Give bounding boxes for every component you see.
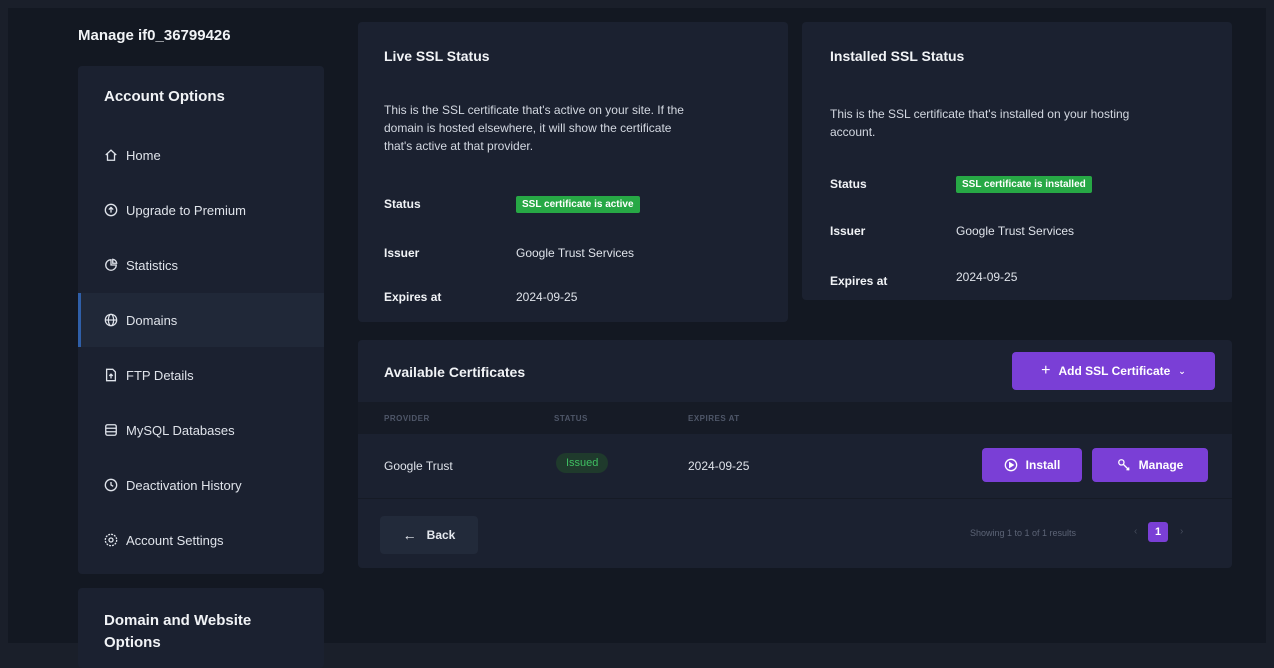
- live-status-badge: SSL certificate is active: [516, 196, 640, 213]
- statistics-icon: [104, 258, 118, 272]
- certificates-title: Available Certificates: [384, 364, 526, 380]
- sidebar-item-label: Account Settings: [126, 532, 224, 548]
- sidebar-item-domains[interactable]: Domains: [78, 293, 324, 347]
- sidebar-item-label: Statistics: [126, 257, 179, 273]
- sidebar-item-deactivation-history[interactable]: Deactivation History: [78, 458, 324, 512]
- installed-issuer-value: Google Trust Services: [956, 224, 1075, 238]
- installed-ssl-desc-2: account.: [830, 125, 876, 139]
- column-provider: PROVIDER: [384, 414, 430, 423]
- installed-ssl-card: Installed SSL Status This is the SSL cer…: [802, 22, 1232, 300]
- live-issuer-value: Google Trust Services: [516, 246, 635, 260]
- install-label: Install: [1025, 458, 1061, 472]
- table-row: Google Trust Issued 2024-09-25 Install M…: [358, 434, 1232, 499]
- plus-icon: +: [1041, 362, 1051, 379]
- installed-ssl-title: Installed SSL Status: [830, 48, 965, 64]
- sidebar-item-label: MySQL Databases: [126, 422, 235, 438]
- column-expires: EXPIRES AT: [688, 414, 740, 423]
- database-icon: [104, 423, 118, 437]
- back-label: Back: [426, 528, 456, 542]
- pagination-prev[interactable]: ‹: [1134, 526, 1137, 537]
- home-icon: [104, 148, 118, 162]
- live-status-label: Status: [384, 197, 421, 211]
- live-ssl-desc-3: that's active at that provider.: [384, 139, 534, 153]
- row-status-badge: Issued: [556, 453, 609, 473]
- sidebar-item-mysql[interactable]: MySQL Databases: [78, 403, 324, 457]
- pagination-summary: Showing 1 to 1 of 1 results: [970, 528, 1077, 538]
- installed-expires-value: 2024-09-25: [956, 270, 1018, 284]
- live-ssl-title: Live SSL Status: [384, 48, 490, 64]
- live-ssl-card: Live SSL Status This is the SSL certific…: [358, 22, 788, 322]
- file-icon: [104, 368, 118, 382]
- account-options-panel: Account Options Home Upgrade to Premium …: [78, 66, 324, 574]
- installed-status-label: Status: [830, 177, 867, 191]
- sidebar-heading: Account Options: [104, 88, 225, 105]
- domain-options-panel: Domain and Website Options: [78, 588, 324, 668]
- installed-ssl-desc-1: This is the SSL certificate that's insta…: [830, 107, 1130, 121]
- sidebar-item-label: Domains: [126, 312, 178, 328]
- arrow-left-icon: ←: [402, 527, 417, 543]
- sidebar-item-home[interactable]: Home: [78, 128, 324, 182]
- installed-expires-label: Expires at: [830, 274, 888, 288]
- sidebar-item-label: Home: [126, 147, 161, 163]
- live-expires-value: 2024-09-25: [516, 290, 578, 304]
- sidebar-item-label: FTP Details: [126, 367, 194, 383]
- history-icon: [104, 478, 118, 492]
- live-expires-label: Expires at: [384, 290, 442, 304]
- upgrade-icon: [104, 203, 118, 217]
- column-status: STATUS: [554, 414, 588, 423]
- globe-icon: [104, 313, 118, 327]
- add-ssl-certificate-button[interactable]: + Add SSL Certificate ⌄: [1012, 352, 1215, 390]
- table-header: PROVIDER STATUS EXPIRES AT: [358, 402, 1232, 434]
- row-provider: Google Trust: [384, 459, 453, 473]
- chevron-down-icon: ⌄: [1178, 365, 1186, 376]
- pagination-current-page[interactable]: 1: [1148, 522, 1168, 542]
- installed-issuer-label: Issuer: [830, 224, 866, 238]
- sidebar-item-statistics[interactable]: Statistics: [78, 238, 324, 292]
- row-expires: 2024-09-25: [688, 459, 750, 473]
- wrench-icon: [1117, 458, 1131, 472]
- sidebar-item-label: Deactivation History: [126, 477, 242, 493]
- manage-button[interactable]: Manage: [1092, 448, 1208, 482]
- page-title: Manage if0_36799426: [78, 27, 231, 44]
- live-issuer-label: Issuer: [384, 246, 420, 260]
- install-button[interactable]: Install: [982, 448, 1082, 482]
- sidebar-section2-heading: Domain and Website: [104, 612, 252, 629]
- settings-icon: [104, 533, 118, 547]
- sidebar-item-upgrade[interactable]: Upgrade to Premium: [78, 183, 324, 237]
- live-ssl-desc-1: This is the SSL certificate that's activ…: [384, 103, 684, 117]
- installed-status-badge: SSL certificate is installed: [956, 176, 1092, 193]
- back-button[interactable]: ← Back: [380, 516, 478, 554]
- live-ssl-desc-2: domain is hosted elsewhere, it will show…: [384, 121, 672, 135]
- sidebar-item-ftp[interactable]: FTP Details: [78, 348, 324, 402]
- sidebar-item-label: Upgrade to Premium: [126, 202, 246, 218]
- certificates-card: Available Certificates + Add SSL Certifi…: [358, 340, 1232, 568]
- play-circle-icon: [1004, 458, 1018, 472]
- pagination-next[interactable]: ›: [1180, 526, 1183, 537]
- sidebar-item-account-settings[interactable]: Account Settings: [78, 513, 324, 567]
- manage-label: Manage: [1138, 458, 1184, 472]
- add-ssl-certificate-label: Add SSL Certificate: [1058, 364, 1171, 378]
